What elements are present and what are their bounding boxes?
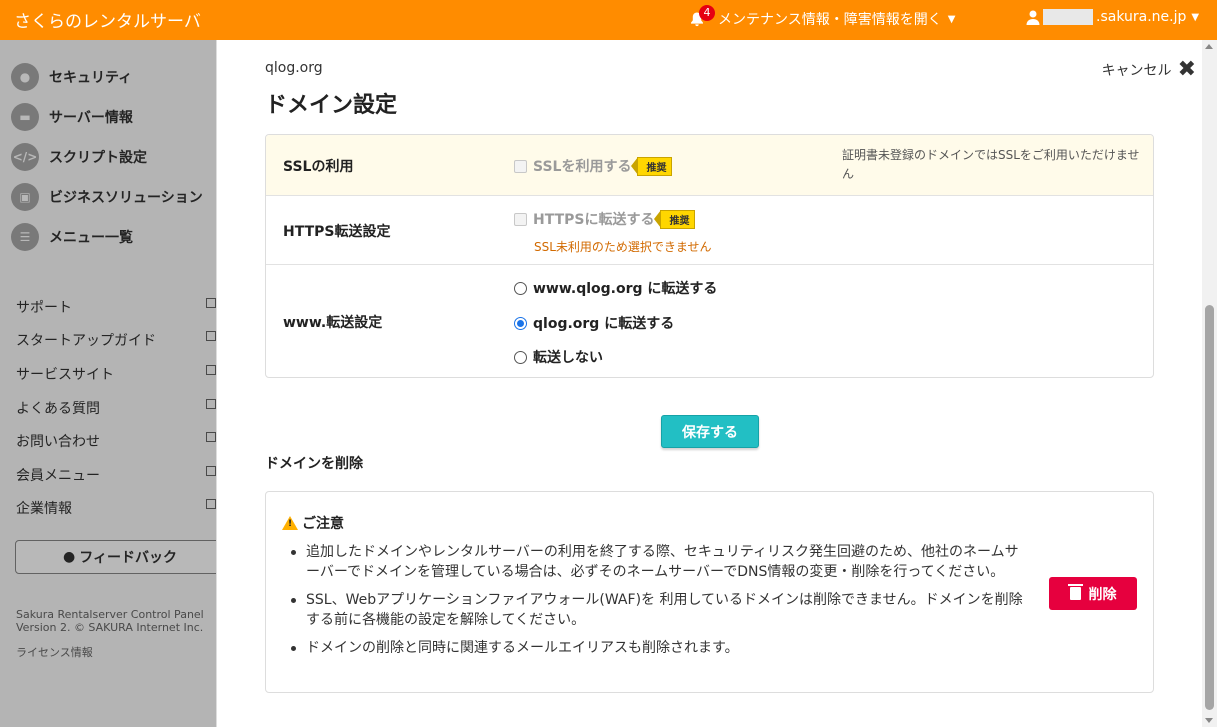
scrollbar[interactable] [1202, 40, 1217, 727]
modal-backdrop[interactable] [0, 40, 217, 727]
recommended-tag: 推奨 [631, 156, 673, 176]
www-row: www.転送設定 www.qlog.org に転送する qlog.org に転送… [266, 265, 1153, 377]
list-item: SSL、Webアプリケーションファイアウォール(WAF)を 利用しているドメイン… [288, 590, 1028, 630]
delete-label: 削除 [1088, 586, 1117, 603]
account-domain: .sakura.ne.jp [1096, 9, 1187, 25]
https-warning: SSL未利用のため選択できません [534, 240, 712, 254]
recommended-tag: 推奨 [654, 209, 696, 229]
radio-label: qlog.org に転送する [533, 316, 675, 332]
delete-domain-heading: ドメインを削除 [265, 456, 363, 472]
www-label: www.転送設定 [283, 315, 383, 331]
notification-count-badge: 4 [699, 5, 715, 21]
radio-no-redirect[interactable] [514, 350, 527, 364]
no-redirect-option[interactable]: 転送しない [514, 347, 603, 367]
maintenance-notice[interactable]: 4 メンテナンス情報・障害情報を開く ▼ [690, 5, 956, 29]
ssl-label: SSLの利用 [283, 159, 354, 175]
chevron-down-icon[interactable]: ▼ [1191, 12, 1199, 23]
settings-table: SSLの利用 SSLを利用する 推奨 証明書未登録のドメインではSSLをご利用い… [265, 134, 1154, 378]
ssl-note: 証明書未登録のドメインではSSLをご利用いただけません [842, 148, 1140, 181]
radio-label: www.qlog.org に転送する [533, 281, 718, 297]
https-option: HTTPSに転送する 推奨 [514, 209, 696, 229]
account-menu[interactable]: .sakura.ne.jp ▼ [1026, 9, 1199, 25]
domain-name: qlog.org [265, 60, 323, 76]
notice-link[interactable]: メンテナンス情報・障害情報を開く [718, 9, 942, 29]
https-checkbox[interactable] [514, 212, 527, 226]
list-item: ドメインの削除と同時に関連するメールエイリアスも削除されます。 [288, 638, 1028, 658]
caution-box: ! ご注意 追加したドメインやレンタルサーバーの利用を終了する際、セキュリティリ… [265, 491, 1154, 693]
chevron-down-icon[interactable]: ▼ [948, 14, 956, 25]
radio-label: 転送しない [533, 350, 603, 366]
https-row: HTTPS転送設定 HTTPSに転送する 推奨 SSL未利用のため選択できません [266, 196, 1153, 265]
scrollbar-thumb[interactable] [1205, 305, 1214, 710]
trash-icon [1067, 584, 1083, 600]
scroll-down-arrow-icon[interactable] [1205, 718, 1213, 723]
list-item: 追加したドメインやレンタルサーバーの利用を終了する際、セキュリティリスク発生回避… [288, 542, 1028, 582]
masked-account-name [1043, 9, 1093, 25]
radio-apex-redirect[interactable] [514, 316, 527, 330]
delete-button[interactable]: 削除 [1049, 577, 1137, 610]
cancel-button[interactable]: キャンセル ✖ [1102, 59, 1196, 81]
caution-title: ! ご注意 [282, 513, 344, 533]
cancel-label: キャンセル [1101, 63, 1172, 79]
user-icon [1026, 10, 1040, 25]
ssl-option-label: SSLを利用する [533, 159, 632, 175]
apex-redirect-option[interactable]: qlog.org に転送する [514, 313, 674, 333]
warning-icon: ! [282, 516, 298, 530]
close-icon[interactable]: ✖ [1178, 59, 1196, 81]
save-button[interactable]: 保存する [661, 415, 759, 448]
ssl-option: SSLを利用する 推奨 [514, 156, 673, 176]
top-bar: さくらのレンタルサーバ 4 メンテナンス情報・障害情報を開く ▼ .sakura… [0, 0, 1217, 40]
bell-icon[interactable]: 4 [690, 5, 715, 28]
https-option-label: HTTPSに転送する [533, 212, 655, 228]
scroll-up-arrow-icon[interactable] [1205, 44, 1213, 49]
ssl-checkbox[interactable] [514, 159, 527, 173]
www-redirect-option[interactable]: www.qlog.org に転送する [514, 278, 717, 298]
brand-logo[interactable]: さくらのレンタルサーバ [14, 7, 201, 32]
https-label: HTTPS転送設定 [283, 224, 391, 240]
page-title: ドメイン設定 [265, 93, 398, 118]
ssl-row: SSLの利用 SSLを利用する 推奨 証明書未登録のドメインではSSLをご利用い… [266, 135, 1153, 196]
domain-settings-modal: qlog.org ドメイン設定 キャンセル ✖ SSLの利用 SSLを利用する … [216, 40, 1202, 727]
caution-title-text: ご注意 [302, 516, 344, 532]
caution-list: 追加したドメインやレンタルサーバーの利用を終了する際、セキュリティリスク発生回避… [288, 542, 1028, 666]
radio-www-redirect[interactable] [514, 281, 527, 295]
